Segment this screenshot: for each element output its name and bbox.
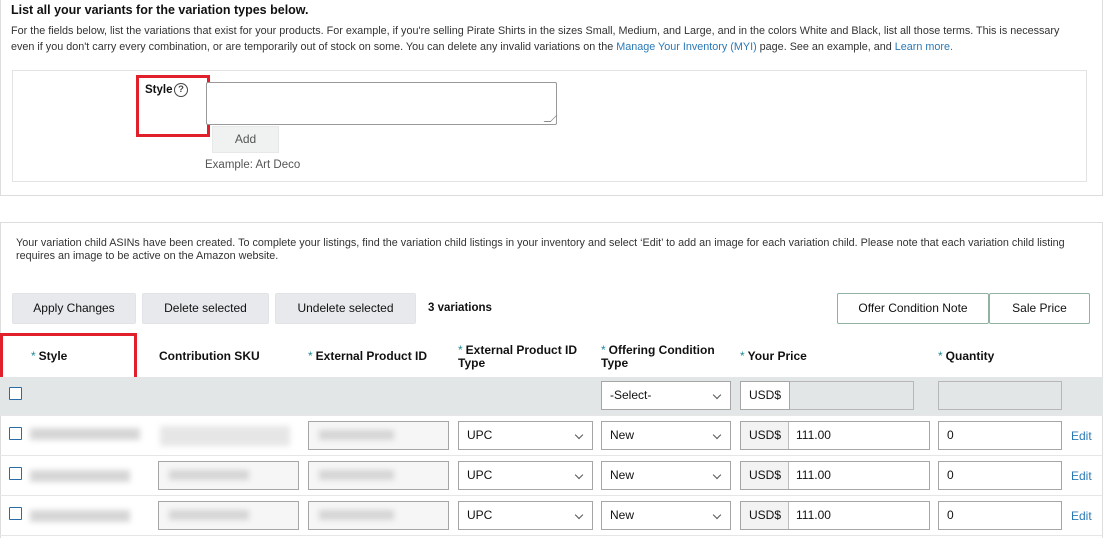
redacted-sku [160, 426, 290, 446]
row-3-edit-link[interactable]: Edit [1071, 509, 1092, 523]
row-3-checkbox[interactable] [9, 507, 22, 520]
child-asin-notice: Your variation child ASINs have been cre… [16, 237, 1065, 262]
chevron-down-icon [574, 510, 584, 520]
row-1-price-field[interactable]: USD$ 111.00 [740, 421, 930, 450]
myi-link[interactable]: Manage Your Inventory (MYI) [616, 41, 756, 53]
row-1-edit-link[interactable]: Edit [1071, 429, 1092, 443]
style-label-highlight [136, 75, 210, 137]
redacted-external-id [319, 470, 394, 480]
chevron-down-icon [712, 390, 722, 400]
row-3-condition-select[interactable]: New [601, 501, 731, 530]
col-your-price: * Your Price [740, 349, 807, 363]
chevron-down-icon [712, 510, 722, 520]
currency-label: USD$ [741, 462, 789, 489]
row-1-quantity-input[interactable]: 0 [938, 421, 1062, 450]
row-divider [0, 535, 1103, 536]
chevron-down-icon [574, 470, 584, 480]
row-2-checkbox[interactable] [9, 467, 22, 480]
price-value: 111.00 [796, 508, 831, 522]
delete-selected-button[interactable]: Delete selected [142, 293, 269, 324]
chevron-down-icon [712, 470, 722, 480]
select-all-checkbox[interactable] [9, 387, 22, 400]
redacted-sku [169, 510, 249, 520]
style-column-highlight [0, 333, 137, 380]
bulk-price-field: USD$ [740, 381, 1062, 410]
row-3-id-type-select[interactable]: UPC [458, 501, 593, 530]
row-2-price-field[interactable]: USD$ 111.00 [740, 461, 930, 490]
currency-label: USD$ [741, 502, 789, 529]
row-2-external-id[interactable] [308, 461, 449, 490]
col-external-product-id: * External Product ID [308, 349, 428, 363]
resize-grip-icon[interactable] [543, 115, 558, 122]
description-mid: page. See an example, and [756, 41, 895, 53]
row-2-id-type-select[interactable]: UPC [458, 461, 593, 490]
row-divider [0, 415, 1103, 416]
row-3-sku-input[interactable] [158, 501, 299, 530]
bulk-quantity-input[interactable] [938, 381, 1062, 410]
row-2-quantity-input[interactable]: 0 [938, 461, 1062, 490]
row-divider [0, 455, 1103, 456]
row-2-sku-input[interactable] [158, 461, 299, 490]
bulk-price-input[interactable] [790, 381, 914, 410]
apply-changes-button[interactable]: Apply Changes [12, 293, 136, 324]
variants-heading: List all your variants for the variation… [11, 3, 309, 17]
col-external-product-id-type: * External Product ID Type [458, 343, 578, 370]
chevron-down-icon [712, 430, 722, 440]
price-value: 111.00 [796, 428, 831, 442]
col-contribution-sku: Contribution SKU [159, 349, 260, 363]
redacted-external-id [319, 510, 394, 520]
redacted-sku [169, 470, 249, 480]
row-3-price-field[interactable]: USD$ 111.00 [740, 501, 930, 530]
redacted-style [30, 470, 130, 482]
row-1-condition-select[interactable]: New [601, 421, 731, 450]
row-2-condition-select[interactable]: New [601, 461, 731, 490]
redacted-external-id [319, 430, 394, 440]
offer-condition-note-button[interactable]: Offer Condition Note [837, 293, 989, 324]
col-offering-condition-type: * Offering Condition Type [601, 343, 715, 370]
row-1-external-id[interactable] [308, 421, 449, 450]
variation-count: 3 variations [428, 302, 492, 314]
add-button[interactable]: Add [212, 126, 279, 153]
sale-price-button[interactable]: Sale Price [989, 293, 1090, 324]
currency-label: USD$ [741, 422, 789, 449]
row-3-external-id[interactable] [308, 501, 449, 530]
variants-description: For the fields below, list the variation… [11, 23, 1081, 55]
bulk-condition-select[interactable]: -Select- [601, 381, 731, 410]
redacted-style [30, 428, 140, 440]
price-value: 111.00 [796, 468, 831, 482]
redacted-style [30, 510, 130, 522]
row-3-quantity-input[interactable]: 0 [938, 501, 1062, 530]
row-divider [0, 495, 1103, 496]
row-2-edit-link[interactable]: Edit [1071, 469, 1092, 483]
row-1-checkbox[interactable] [9, 427, 22, 440]
chevron-down-icon [574, 430, 584, 440]
col-quantity: * Quantity [938, 349, 995, 363]
bulk-currency: USD$ [740, 381, 790, 410]
style-textarea[interactable] [206, 82, 558, 125]
undelete-selected-button[interactable]: Undelete selected [275, 293, 416, 324]
learn-more-link[interactable]: Learn more. [895, 41, 953, 53]
row-1-id-type-select[interactable]: UPC [458, 421, 593, 450]
style-example: Example: Art Deco [205, 159, 301, 171]
